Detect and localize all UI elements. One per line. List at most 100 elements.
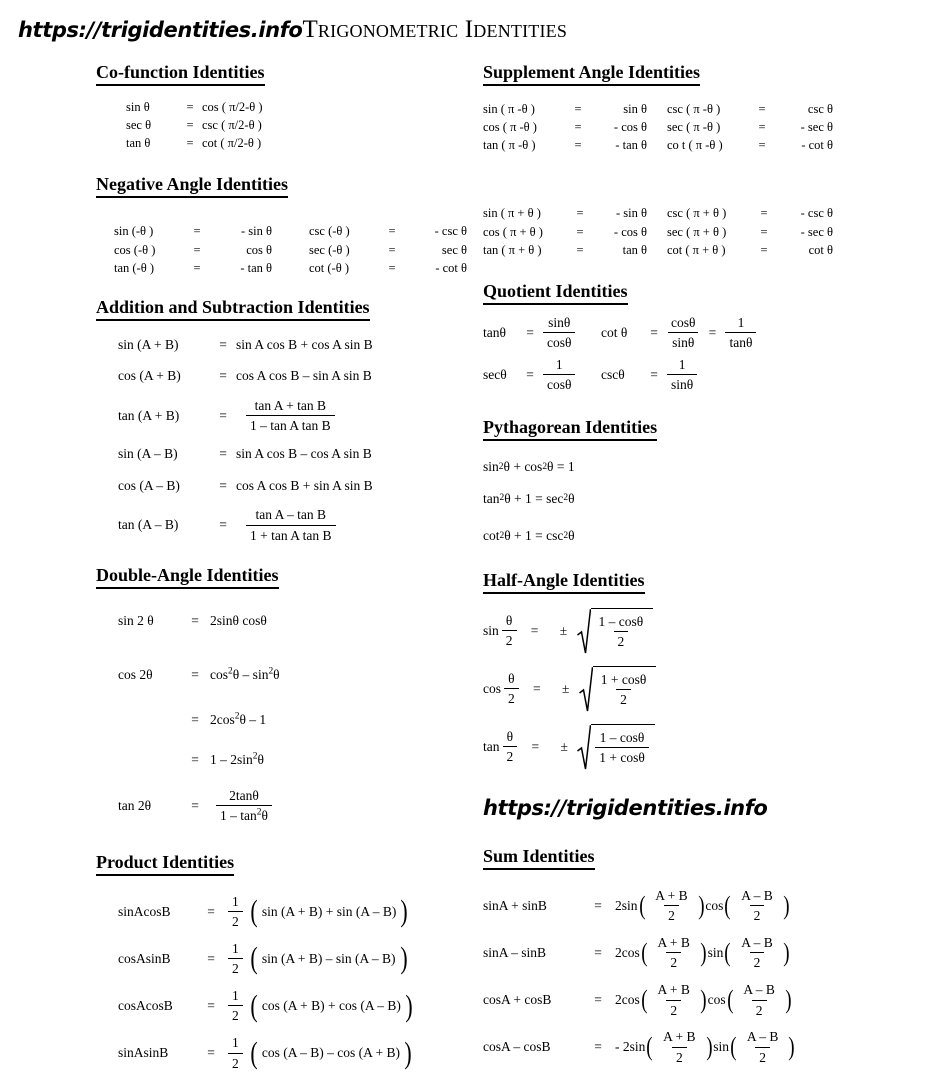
- formula-row-sin2: sin 2 θ = 2sinθ cosθ: [118, 611, 467, 631]
- formula-row: sin ( π -θ ) = sin θ: [483, 100, 667, 118]
- fraction: 1 – cosθ 2: [595, 612, 648, 652]
- fraction-numerator: cosθ: [671, 314, 696, 330]
- fraction-numerator: 1: [232, 987, 239, 1003]
- formula-row: sinA + sinB = 2sin ( A + B 2 ) cos ( A –…: [483, 886, 916, 926]
- fraction-denominator: 2: [666, 999, 682, 1021]
- cofunction-formulas: sin θ = cos ( π/2-θ ) sec θ = csc ( π/2-…: [96, 98, 467, 152]
- formula-row: sinAcosB = 1 2 ( sin (A + B) + sin (A – …: [118, 892, 467, 932]
- formula-row: cot (-θ ) = - cot θ: [309, 259, 467, 277]
- formula-rhs: sin θ: [623, 102, 647, 116]
- formula-equals: =: [758, 138, 766, 153]
- formula-row-tan2: tan 2θ = 2tanθ 1 – tan2θ: [118, 786, 467, 826]
- sum-coef-1: 2cos: [615, 945, 640, 961]
- pi-plus-theta-formulas: sin ( π + θ ) = - sin θ cos ( π + θ ) = …: [483, 204, 916, 258]
- formula-row: cos ( π -θ ) = - cos θ: [483, 118, 667, 136]
- paren-open-2: (: [730, 1031, 737, 1061]
- formula-rhs: - sec θ: [800, 224, 833, 239]
- formula-rhs: 1 – 2sin2θ: [210, 750, 264, 770]
- formula-row-half-cos: cos θ 2 = ± 1 + cosθ 2: [483, 665, 916, 712]
- section-title-double-angle: Double-Angle Identities: [96, 565, 279, 590]
- formula-rhs: tan θ: [622, 242, 647, 257]
- paren-close-2: ): [782, 937, 790, 967]
- product-body: cos (A – B) – cos (A + B): [261, 1045, 400, 1061]
- formula-row: sin 2 θ + cos 2 θ = 1: [483, 457, 916, 477]
- formula-equals: =: [594, 1039, 602, 1055]
- formula-row: tanθ = sinθ cosθ: [483, 313, 601, 353]
- paren-open: (: [250, 988, 258, 1023]
- fraction-denominator: 2: [664, 905, 679, 926]
- fraction-numerator: θ: [505, 612, 513, 628]
- formula-lhs: cos ( π -θ ): [483, 120, 537, 135]
- fraction-numerator: A – B: [743, 981, 775, 997]
- plus-minus-sign: ±: [562, 680, 570, 696]
- square-root: 1 – cosθ 2: [576, 607, 654, 654]
- radical-icon: [577, 724, 592, 769]
- formula-rhs: cos A cos B – sin A sin B: [236, 368, 372, 384]
- fraction-numerator: 1: [232, 893, 239, 909]
- formula-equals: =: [388, 260, 396, 275]
- fraction-denominator: 2: [616, 689, 631, 710]
- radicand: 1 – cosθ 1 + cosθ: [591, 723, 655, 770]
- section-title-product: Product Identities: [96, 852, 235, 876]
- formula-lhs: sin ( π -θ ): [483, 102, 535, 116]
- formula-lhs: sinAcosB: [118, 903, 171, 919]
- fraction-denominator: 2: [501, 630, 517, 651]
- paren-open-2: (: [724, 937, 731, 967]
- formula-equals: =: [650, 367, 658, 383]
- formula-lhs: sec ( π -θ ): [667, 120, 721, 135]
- fraction-numerator: θ: [506, 728, 514, 744]
- formula-lhs: cosA + cosB: [483, 992, 552, 1008]
- pyth-part: θ + 1 = sec: [504, 490, 564, 506]
- formula-rhs: - sin θ: [616, 206, 647, 221]
- fraction-numerator: A – B: [741, 887, 773, 903]
- formula-lhs: cos (A – B): [118, 477, 180, 493]
- formula-equals: =: [526, 367, 534, 383]
- fraction-numerator: 1: [737, 314, 745, 330]
- formula-equals: =: [526, 325, 534, 341]
- fraction: 1 cosθ: [543, 355, 576, 395]
- formula-equals: =: [219, 336, 227, 352]
- fraction: A + B 2: [654, 980, 694, 1020]
- formula-equals: =: [532, 680, 541, 696]
- formula-rhs: - tan θ: [240, 260, 272, 275]
- formula-rhs: cos A cos B + sin A sin B: [236, 477, 373, 493]
- formula-row: tan ( π -θ ) = - tan θ: [483, 136, 667, 154]
- formula-row-cos2c: = 1 – 2sin2θ: [118, 750, 467, 770]
- fraction-numerator: 1: [678, 356, 686, 372]
- formula-equals: =: [574, 120, 582, 135]
- section-addition-subtraction: Addition and Subtraction Identities sin …: [96, 297, 467, 546]
- formula-row-half-tan: tan θ 2 = ± 1 – cosθ 1 + cosθ: [483, 723, 916, 770]
- formula-equals: =: [388, 224, 396, 239]
- section-title-quotient: Quotient Identities: [483, 281, 628, 305]
- formula-rhs: - sin θ: [241, 224, 272, 239]
- fraction-half: 1 2: [228, 1033, 243, 1073]
- paren-close: ): [400, 894, 409, 929]
- section-title-negative-angle: Negative Angle Identities: [96, 174, 288, 199]
- supplement-angle-formulas: sin ( π -θ ) = sin θ cos ( π -θ ) = - co…: [483, 100, 916, 154]
- quotient-formulas: tanθ = sinθ cosθ cot θ = cosθ sinθ = 1 t…: [483, 313, 916, 395]
- supplement-right-group: csc ( π -θ ) = csc θ sec ( π -θ ) = - se…: [667, 100, 833, 154]
- negative-angle-left-group: sin (-θ ) = - sin θ cos (-θ ) = cos θ ta…: [114, 222, 309, 276]
- formula-lhs: sec (-θ ): [309, 242, 350, 257]
- formula-row: cot θ = cosθ sinθ = 1 tanθ: [601, 313, 758, 353]
- formula-row: cos ( π + θ ) = - cos θ: [483, 223, 667, 241]
- formula-row: sin (A + B) = sin A cos B + cos A sin B: [118, 335, 467, 355]
- formula-lhs: cot (-θ ): [309, 260, 349, 275]
- fraction-numerator: A – B: [746, 1029, 779, 1045]
- formula-equals: =: [760, 206, 768, 221]
- fraction-denominator: 1 + tan A tan B: [246, 524, 336, 546]
- pyth-part: θ = 1: [547, 459, 575, 474]
- formula-equals: =: [186, 118, 194, 133]
- fraction: 1 sinθ: [667, 355, 698, 395]
- fraction-denominator: tanθ: [725, 332, 757, 353]
- product-body: cos (A + B) + cos (A – B): [261, 998, 401, 1014]
- formula-equals: =: [594, 897, 602, 913]
- formula-row: sec θ = csc ( π/2-θ ): [126, 116, 467, 134]
- fraction-denominator: 2: [228, 958, 243, 979]
- paren-open-2: (: [726, 984, 734, 1014]
- pyth-part: θ: [568, 528, 575, 544]
- formula-rhs: cot θ: [808, 242, 833, 257]
- section-sum: Sum Identities sinA + sinB = 2sin ( A + …: [483, 846, 916, 1068]
- formula-equals: =: [758, 102, 766, 116]
- fraction-numerator: 1 + cosθ: [600, 671, 647, 687]
